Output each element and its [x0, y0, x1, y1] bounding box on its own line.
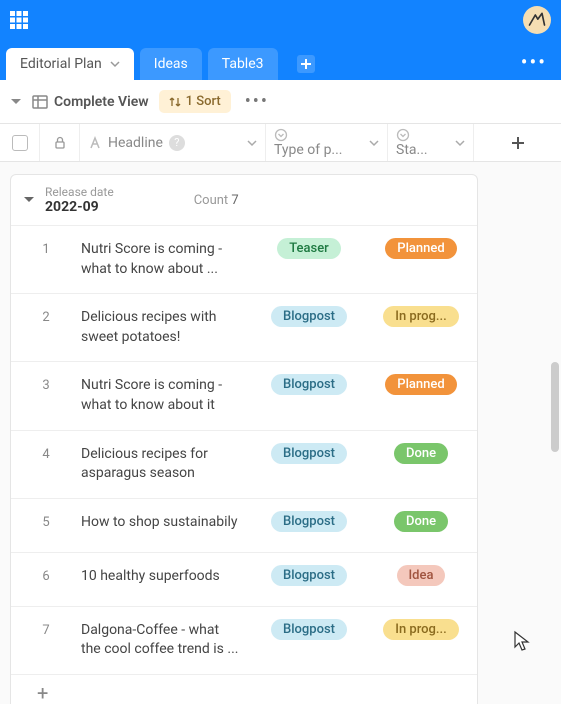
row-number: 2	[11, 294, 81, 325]
single-select-icon	[396, 128, 410, 142]
tab-ideas[interactable]: Ideas	[140, 48, 202, 80]
scrollbar-thumb[interactable]	[551, 362, 559, 452]
cell-status[interactable]: Done	[371, 431, 471, 464]
chevron-down-icon[interactable]	[455, 138, 465, 148]
cell-type[interactable]: Blogpost	[247, 431, 371, 464]
cell-headline[interactable]: How to shop sustainabily	[81, 499, 247, 547]
tab-editorial-plan[interactable]: Editorial Plan	[6, 48, 134, 80]
content-area: Release date 2022-09 Count 7 1 Nutri Sco…	[0, 162, 561, 704]
chevron-down-icon[interactable]	[247, 138, 257, 148]
column-header-status[interactable]: Sta...	[388, 124, 474, 161]
text-icon	[88, 136, 102, 150]
column-label: Sta...	[396, 142, 428, 158]
sort-icon	[169, 96, 181, 108]
cell-type[interactable]: Teaser	[247, 226, 371, 259]
view-more-button[interactable]: •••	[241, 91, 273, 112]
view-toolbar: Complete View 1 Sort •••	[0, 80, 561, 124]
single-select-icon	[274, 128, 288, 142]
help-icon[interactable]: ?	[169, 135, 185, 151]
group-count: Count 7	[194, 193, 239, 208]
sort-label: 1 Sort	[186, 94, 221, 109]
add-tab-button[interactable]	[292, 50, 320, 78]
table-row[interactable]: 5 How to shop sustainabily Blogpost Done	[11, 498, 477, 552]
cell-headline[interactable]: Delicious recipes with sweet potatoes!	[81, 294, 247, 361]
cell-headline[interactable]: Delicious recipes for asparagus season	[81, 431, 247, 498]
column-label: Type of p...	[274, 142, 343, 158]
table-row[interactable]: 6 10 healthy superfoods Blogpost Idea	[11, 552, 477, 606]
cell-type[interactable]: Blogpost	[247, 607, 371, 640]
cell-status[interactable]: Idea	[371, 553, 471, 586]
cell-status[interactable]: Planned	[371, 362, 471, 395]
row-number: 7	[11, 607, 81, 638]
table-row[interactable]: 2 Delicious recipes with sweet potatoes!…	[11, 293, 477, 361]
cell-status[interactable]: Done	[371, 499, 471, 532]
tab-label: Table3	[222, 56, 264, 72]
table-row[interactable]: 3 Nutri Score is coming - what to know a…	[11, 361, 477, 429]
tab-table3[interactable]: Table3	[208, 48, 278, 80]
tab-label: Ideas	[154, 56, 188, 72]
plus-icon	[510, 135, 526, 151]
collapse-group-icon[interactable]	[23, 194, 35, 206]
tab-more-button[interactable]: •••	[513, 50, 555, 74]
group-field-label: Release date	[45, 185, 114, 199]
column-header-type[interactable]: Type of p...	[266, 124, 388, 161]
column-header-headline[interactable]: Headline ?	[80, 124, 266, 161]
add-row-button[interactable]: +	[11, 674, 477, 704]
tab-bar: Editorial Plan Ideas Table3 •••	[0, 40, 561, 80]
cell-status[interactable]: In prog...	[371, 294, 471, 327]
view-selector[interactable]: Complete View	[32, 94, 149, 110]
row-number: 4	[11, 431, 81, 462]
table-row[interactable]: 7 Dalgona-Coffee - what the cool coffee …	[11, 606, 477, 674]
column-label: Headline	[108, 135, 163, 151]
row-number: 1	[11, 226, 81, 257]
app-header	[0, 0, 561, 40]
cell-status[interactable]: In prog...	[371, 607, 471, 640]
add-column-button[interactable]	[474, 124, 561, 161]
tab-label: Editorial Plan	[20, 56, 102, 72]
lock-column	[40, 124, 80, 161]
cell-type[interactable]: Blogpost	[247, 499, 371, 532]
group-header[interactable]: Release date 2022-09 Count 7	[11, 175, 477, 225]
apps-grid-icon[interactable]	[4, 5, 34, 35]
cell-type[interactable]: Blogpost	[247, 294, 371, 327]
table-row[interactable]: 1 Nutri Score is coming - what to know a…	[11, 225, 477, 293]
column-header-row: Headline ? Type of p... Sta...	[0, 124, 561, 162]
table-icon	[32, 94, 48, 110]
user-avatar[interactable]	[523, 6, 551, 34]
row-number: 3	[11, 362, 81, 393]
sort-button[interactable]: 1 Sort	[159, 90, 231, 113]
row-number: 6	[11, 553, 81, 584]
cell-type[interactable]: Blogpost	[247, 553, 371, 586]
table-row[interactable]: 4 Delicious recipes for asparagus season…	[11, 430, 477, 498]
chevron-down-icon[interactable]	[369, 138, 379, 148]
select-all-checkbox[interactable]	[0, 124, 40, 161]
collapse-all-icon[interactable]	[10, 96, 22, 108]
cell-headline[interactable]: 10 healthy superfoods	[81, 553, 247, 601]
cell-type[interactable]: Blogpost	[247, 362, 371, 395]
cell-headline[interactable]: Nutri Score is coming - what to know abo…	[81, 226, 247, 293]
group-2022-09: Release date 2022-09 Count 7 1 Nutri Sco…	[10, 174, 478, 704]
group-value: 2022-09	[45, 199, 114, 215]
chevron-down-icon	[110, 59, 120, 69]
cell-headline[interactable]: Nutri Score is coming - what to know abo…	[81, 362, 247, 429]
row-number: 5	[11, 499, 81, 530]
view-name-label: Complete View	[54, 94, 149, 110]
cell-status[interactable]: Planned	[371, 226, 471, 259]
lock-icon	[53, 136, 67, 150]
cursor-icon	[513, 630, 531, 652]
cell-headline[interactable]: Dalgona-Coffee - what the cool coffee tr…	[81, 607, 247, 674]
